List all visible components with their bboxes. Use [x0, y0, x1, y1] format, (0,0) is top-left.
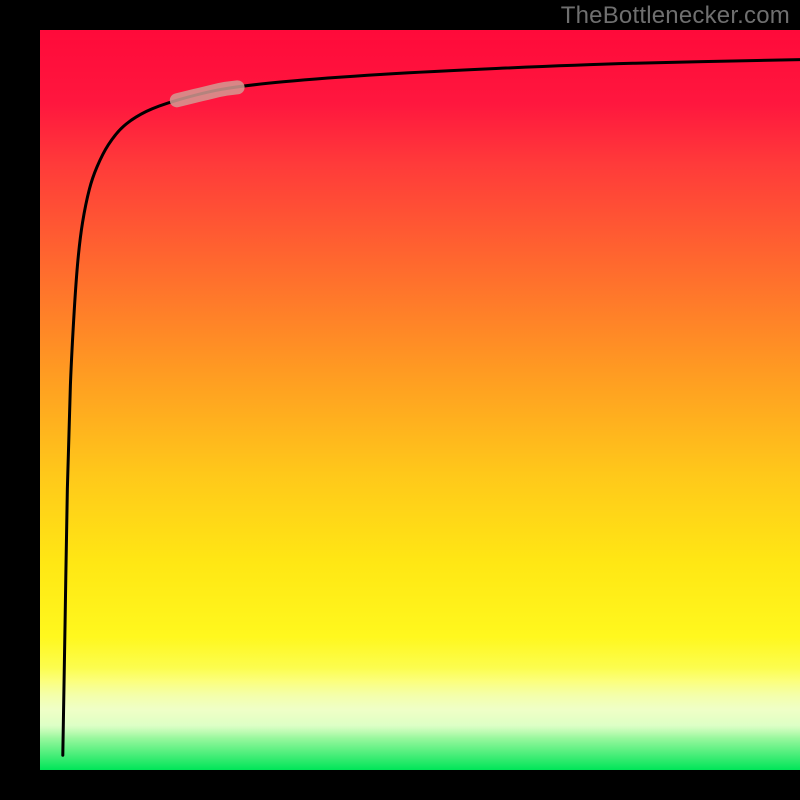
plot-area: [40, 30, 800, 770]
chart-frame: TheBottlenecker.com: [0, 0, 800, 800]
gradient-background: [40, 30, 800, 770]
watermark-text: TheBottlenecker.com: [561, 2, 790, 30]
